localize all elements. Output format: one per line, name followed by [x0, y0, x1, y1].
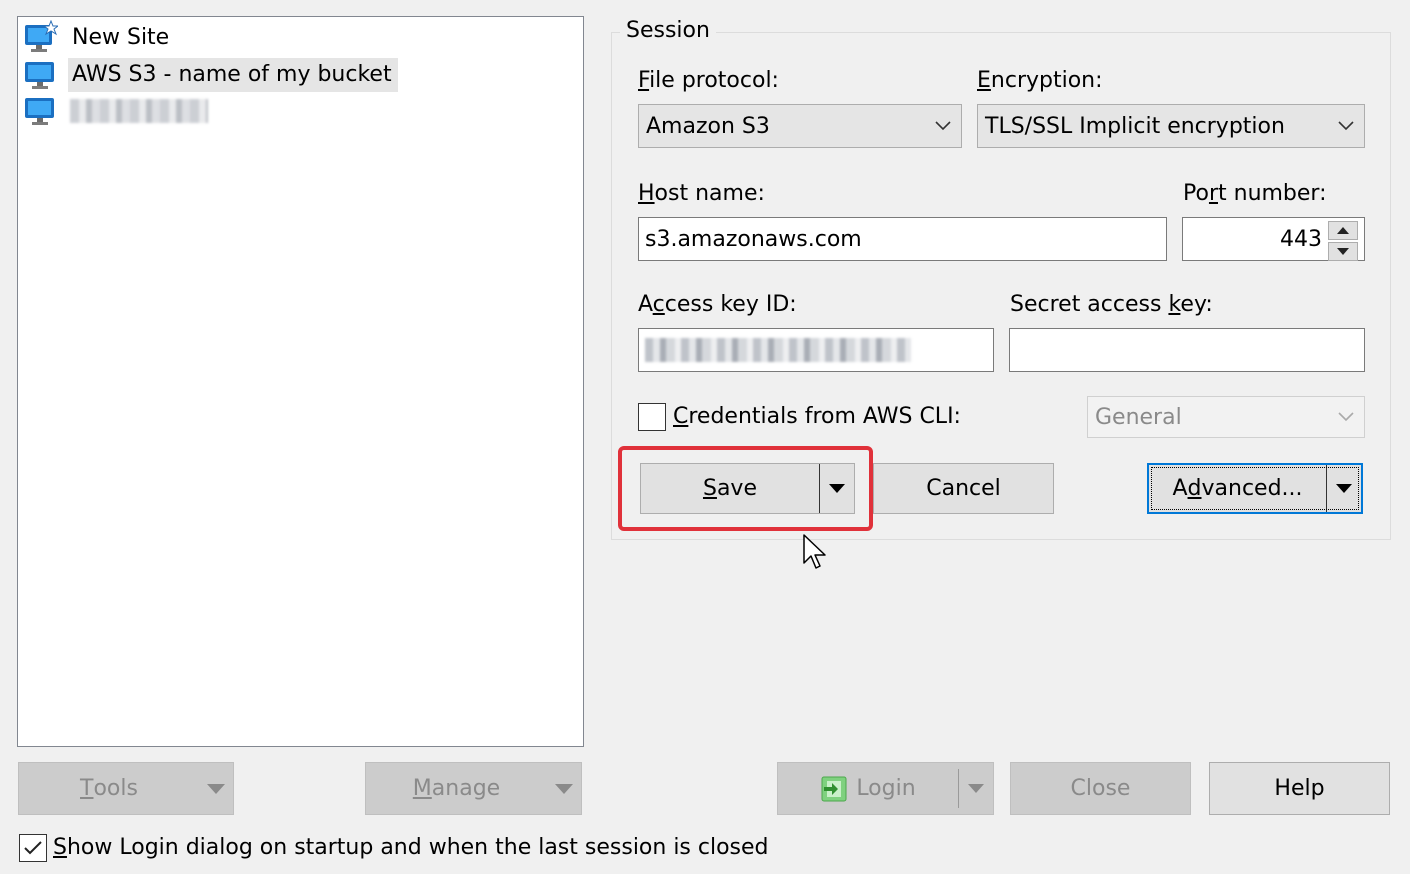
file-protocol-value: Amazon S3: [646, 113, 770, 139]
tools-button-label: Tools: [80, 776, 138, 801]
advanced-button[interactable]: Ad vanced...: [1147, 463, 1363, 514]
site-item-label: New Site: [72, 25, 170, 50]
chevron-down-icon: [199, 763, 233, 814]
port-number-value: 443: [1280, 226, 1322, 252]
chevron-down-icon: [547, 763, 581, 814]
check-icon: [24, 841, 42, 855]
secret-access-key-input[interactable]: [1009, 328, 1365, 372]
file-protocol-label: File protocol:: [638, 68, 779, 93]
cli-profile-value: General: [1095, 404, 1182, 430]
show-login-label: Show Login dialog on startup and when th…: [53, 835, 769, 860]
port-number-label: Port number:: [1183, 181, 1327, 206]
redacted-site-name: [70, 99, 208, 123]
advanced-dropdown-icon[interactable]: [1326, 465, 1361, 512]
help-button[interactable]: Help: [1209, 762, 1390, 815]
chevron-down-icon: [1328, 105, 1364, 147]
login-dropdown-icon: [958, 769, 993, 808]
file-protocol-select[interactable]: Amazon S3: [638, 104, 962, 148]
spin-down-icon[interactable]: [1328, 242, 1358, 261]
chevron-down-icon: [925, 105, 961, 147]
mouse-cursor-icon: [803, 534, 826, 569]
encryption-label: Encryption:: [977, 68, 1103, 93]
port-spinner[interactable]: [1328, 221, 1358, 261]
access-key-id-label: Access key ID:: [638, 292, 797, 317]
monitor-icon: [25, 62, 54, 89]
host-name-input[interactable]: s3.amazonaws.com: [638, 217, 1167, 261]
encryption-value: TLS/SSL Implicit encryption: [985, 113, 1285, 139]
manage-button: Manage: [365, 762, 582, 815]
session-group-label: Session: [620, 17, 716, 45]
monitor-icon: [25, 98, 54, 125]
cancel-button[interactable]: Cancel: [873, 463, 1054, 514]
advanced-button-label: Ad vanced...: [1172, 476, 1303, 501]
credentials-cli-label: Credentials from AWS CLI:: [673, 404, 961, 429]
close-button: Close: [1010, 762, 1191, 815]
login-button: Login: [777, 762, 994, 815]
access-key-id-input[interactable]: [638, 328, 994, 372]
site-item-new-site[interactable]: New Site: [22, 20, 175, 56]
encryption-select[interactable]: TLS/SSL Implicit encryption: [977, 104, 1365, 148]
spin-up-icon[interactable]: [1328, 221, 1358, 240]
tools-button: Tools: [18, 762, 234, 815]
site-tree[interactable]: New Site AWS S3 - name of my bucket: [17, 16, 584, 747]
site-item-label: AWS S3 - name of my bucket: [68, 58, 398, 92]
secret-access-key-label: Secret access key:: [1010, 292, 1213, 317]
site-item-aws-s3[interactable]: AWS S3 - name of my bucket: [22, 57, 398, 93]
redacted-access-key: [645, 338, 911, 362]
port-number-input[interactable]: 443: [1182, 217, 1365, 261]
show-login-checkbox[interactable]: [19, 834, 47, 862]
site-item-blurred[interactable]: [22, 93, 208, 129]
login-button-label-wrap: Login: [778, 763, 958, 814]
manage-button-label: Manage: [412, 776, 501, 801]
credentials-cli-checkbox[interactable]: [638, 403, 666, 431]
host-name-label: Host name:: [638, 181, 765, 206]
login-icon: [821, 776, 847, 801]
chevron-down-icon: [1328, 397, 1364, 437]
save-highlight-box: [618, 446, 873, 531]
login-button-label: Login: [856, 776, 916, 801]
host-name-value: s3.amazonaws.com: [645, 226, 862, 252]
new-site-monitor-icon: [25, 20, 58, 52]
cli-profile-select: General: [1087, 396, 1365, 438]
